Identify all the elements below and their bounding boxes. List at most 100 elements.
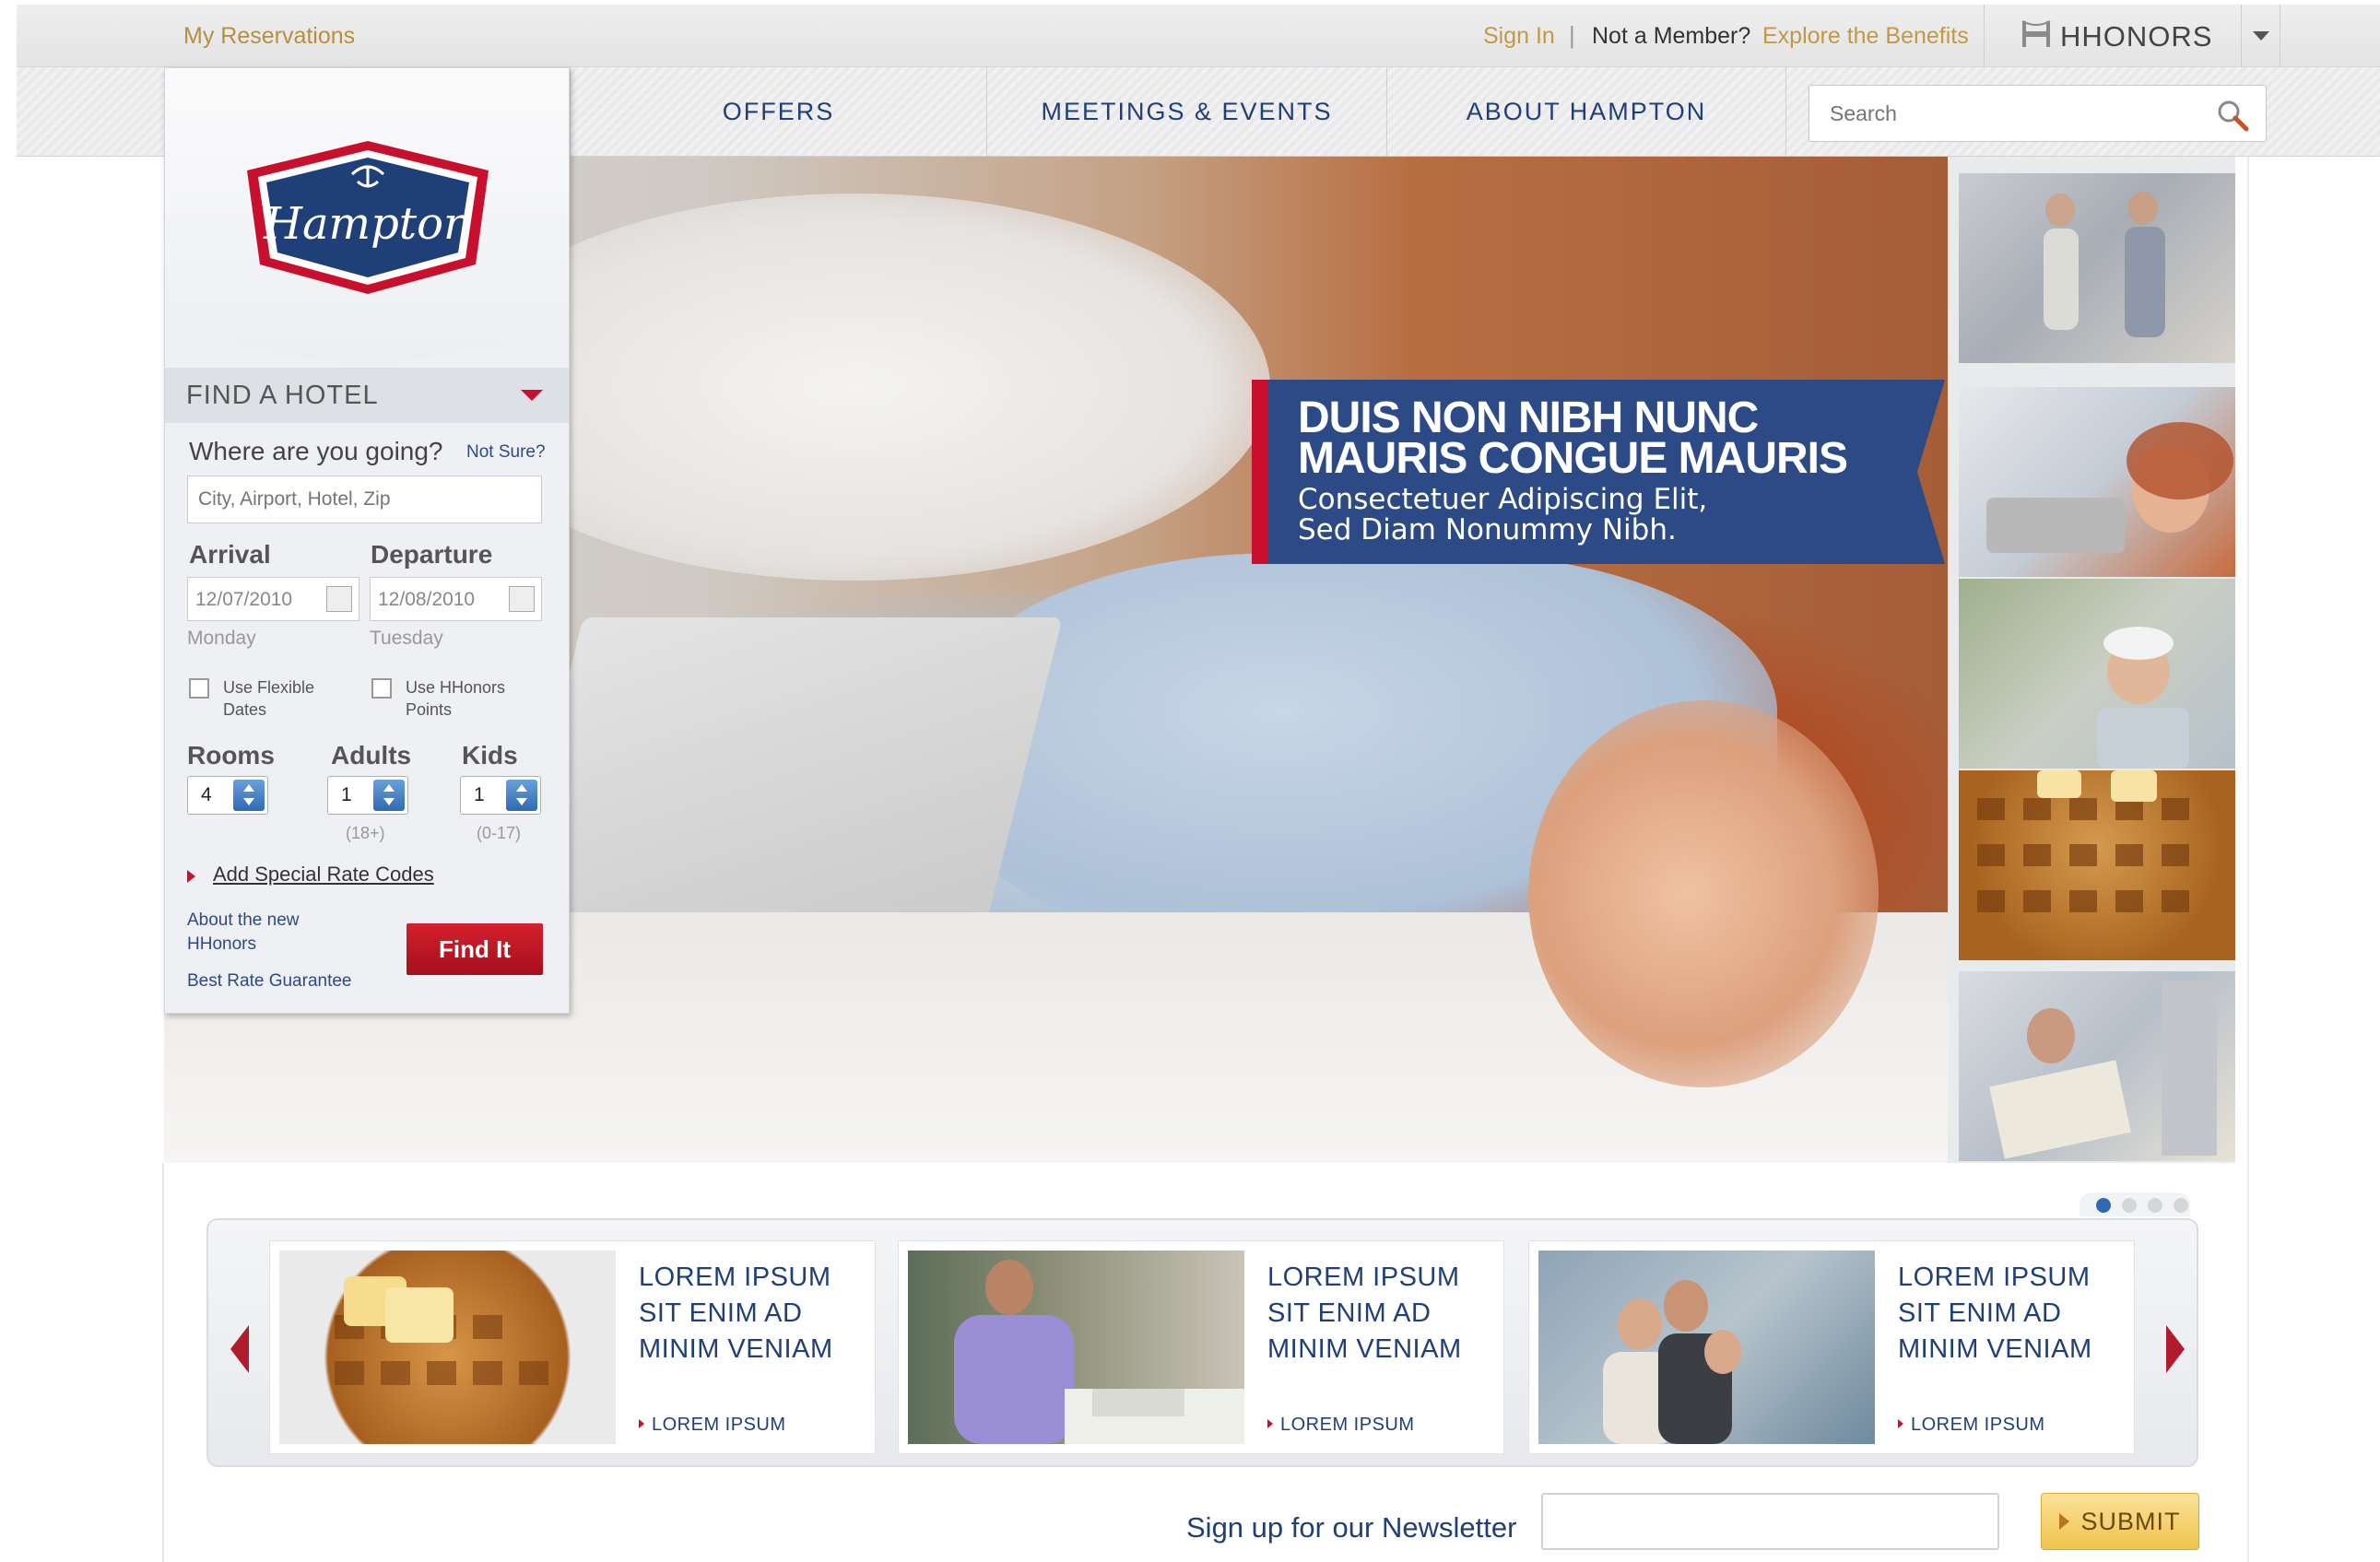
find-hotel-title: FIND A HOTEL bbox=[186, 381, 379, 410]
rooms-value: 4 bbox=[201, 784, 212, 805]
nav-meetings-events[interactable]: MEETINGS & EVENTS bbox=[986, 67, 1386, 157]
hhonors-points-line1: Use HHonors bbox=[406, 678, 506, 697]
adults-value: 1 bbox=[341, 784, 352, 805]
kids-label: Kids bbox=[462, 741, 518, 769]
hhonors-dropdown-button[interactable] bbox=[2242, 5, 2280, 67]
carousel-prev-icon[interactable] bbox=[230, 1325, 249, 1373]
hero-banner[interactable]: DUIS NON NIBH NUNC MAURIS CONGUE MAURIS … bbox=[1252, 380, 1945, 564]
arrival-date-field[interactable]: 12/07/2010 bbox=[187, 577, 359, 621]
waffle-thumb-image bbox=[1977, 770, 2189, 912]
adults-label: Adults bbox=[331, 741, 412, 769]
destination-field bbox=[187, 476, 542, 523]
businessman-breakfast-image bbox=[908, 1251, 1244, 1444]
rooms-label: Rooms bbox=[187, 741, 275, 769]
not-sure-link[interactable]: Not Sure? bbox=[466, 440, 546, 464]
arrival-date-value: 12/07/2010 bbox=[195, 589, 293, 610]
arrival-day: Monday bbox=[187, 628, 256, 649]
departure-date-value: 12/08/2010 bbox=[378, 589, 476, 610]
promo-card-link[interactable]: LOREM IPSUM bbox=[1267, 1415, 1415, 1436]
calendar-icon[interactable] bbox=[509, 586, 535, 612]
thumbnail-3[interactable] bbox=[1959, 579, 2235, 769]
hero-thumbnail-strip bbox=[1948, 157, 2235, 1163]
pager-dot[interactable] bbox=[2148, 1198, 2162, 1213]
where-label: Where are you going? bbox=[189, 437, 443, 465]
chevron-down-icon bbox=[2253, 31, 2269, 41]
caret-right-icon bbox=[187, 870, 195, 883]
promo-card-title: LOREM IPSUM SIT ENIM AD MINIM VENIAM bbox=[1898, 1263, 2092, 1364]
hhonors-points-label: Use HHonors Points bbox=[406, 676, 505, 721]
divider bbox=[2247, 157, 2249, 1562]
promo-card[interactable]: LOREM IPSUM SIT ENIM AD MINIM VENIAM LOR… bbox=[269, 1240, 876, 1454]
separator: | bbox=[1569, 21, 1575, 49]
adults-stepper[interactable]: 1 bbox=[327, 776, 408, 815]
promo-card-title: LOREM IPSUM SIT ENIM AD MINIM VENIAM bbox=[1267, 1263, 1462, 1364]
departure-day: Tuesday bbox=[370, 628, 443, 649]
explore-benefits-link[interactable]: Explore the Benefits bbox=[1762, 23, 1969, 50]
pager-dot[interactable] bbox=[2174, 1198, 2188, 1213]
pager-dot-active[interactable] bbox=[2096, 1198, 2111, 1213]
promo-carousel: LOREM IPSUM SIT ENIM AD MINIM VENIAM LOR… bbox=[206, 1218, 2198, 1467]
stepper-arrows-icon[interactable] bbox=[373, 780, 405, 811]
hhonors-mark-icon bbox=[2021, 20, 2051, 47]
flexible-dates-line1: Use Flexible bbox=[223, 678, 315, 697]
about-hhonors-link[interactable]: About the new HHonors bbox=[187, 909, 299, 957]
volunteers-image bbox=[2097, 627, 2189, 769]
departure-label: Departure bbox=[371, 540, 493, 569]
carousel-pager bbox=[2080, 1192, 2190, 1216]
hhonors-logo[interactable]: HHONORS bbox=[1984, 5, 2242, 67]
calendar-icon[interactable] bbox=[326, 586, 352, 612]
banner-subtext-line2: Sed Diam Nonummy Nibh. bbox=[1298, 513, 1677, 546]
woman-laptop-thumb-image bbox=[1986, 422, 2233, 553]
rooms-stepper[interactable]: 4 bbox=[187, 776, 268, 815]
promo-card-link[interactable]: LOREM IPSUM bbox=[639, 1415, 786, 1436]
search-input[interactable] bbox=[1809, 86, 2197, 141]
arrival-label: Arrival bbox=[189, 540, 271, 569]
travelers-map-image bbox=[1989, 981, 2217, 1159]
sign-in-link[interactable]: Sign In bbox=[1483, 23, 1555, 50]
chevron-down-icon bbox=[521, 390, 543, 401]
destination-input[interactable] bbox=[188, 476, 541, 523]
banner-accent-bar bbox=[1252, 380, 1268, 564]
about-hhonors-line2: HHonors bbox=[187, 934, 256, 954]
flexible-dates-checkbox[interactable] bbox=[189, 678, 209, 699]
hero-face-shape bbox=[1528, 700, 1879, 1087]
promo-card[interactable]: LOREM IPSUM SIT ENIM AD MINIM VENIAM LOR… bbox=[898, 1240, 1504, 1454]
stepper-arrows-icon[interactable] bbox=[233, 780, 265, 811]
best-rate-link[interactable]: Best Rate Guarantee bbox=[187, 969, 352, 993]
my-reservations-link[interactable]: My Reservations bbox=[183, 23, 355, 50]
kids-hint: (0-17) bbox=[477, 824, 522, 842]
logo-area: Hampton bbox=[165, 68, 569, 368]
newsletter-label: Sign up for our Newsletter bbox=[1186, 1511, 1517, 1544]
kids-stepper[interactable]: 1 bbox=[460, 776, 541, 815]
newsletter-submit-button[interactable]: SUBMIT bbox=[2041, 1493, 2199, 1550]
nav-about-hampton[interactable]: ABOUT HAMPTON bbox=[1386, 67, 1786, 157]
logo-text: Hampton bbox=[263, 198, 472, 250]
promo-card-link[interactable]: LOREM IPSUM bbox=[1898, 1415, 2045, 1436]
nav-offers[interactable]: OFFERS bbox=[570, 67, 986, 157]
pager-dot[interactable] bbox=[2122, 1198, 2137, 1213]
adults-hint: (18+) bbox=[346, 824, 385, 842]
newsletter-email-input[interactable] bbox=[1541, 1493, 1999, 1550]
find-it-button[interactable]: Find It bbox=[406, 923, 543, 975]
divider bbox=[162, 1163, 164, 1562]
couple-walking-image bbox=[2044, 192, 2165, 337]
departure-date-field[interactable]: 12/08/2010 bbox=[370, 577, 542, 621]
find-hotel-header[interactable]: FIND A HOTEL bbox=[165, 368, 569, 423]
flexible-dates-line2: Dates bbox=[223, 700, 267, 719]
banner-headline-line2: MAURIS CONGUE MAURIS bbox=[1298, 434, 1848, 483]
carousel-next-icon[interactable] bbox=[2166, 1325, 2185, 1373]
promo-card[interactable]: LOREM IPSUM SIT ENIM AD MINIM VENIAM LOR… bbox=[1528, 1240, 2135, 1454]
hhonors-text: HHONORS bbox=[2060, 20, 2213, 53]
thumbnail-5[interactable] bbox=[1959, 971, 2235, 1161]
special-rate-link[interactable]: Add Special Rate Codes bbox=[213, 863, 434, 887]
about-hhonors-line1: About the new bbox=[187, 910, 300, 930]
waffle-image bbox=[279, 1251, 616, 1444]
thumbnail-4[interactable] bbox=[1959, 770, 2235, 960]
play-arrow-icon bbox=[2059, 1512, 2070, 1530]
hhonors-points-checkbox[interactable] bbox=[371, 678, 392, 699]
hampton-logo[interactable]: Hampton bbox=[243, 139, 492, 296]
thumbnail-2[interactable] bbox=[1959, 387, 2235, 577]
search-icon[interactable] bbox=[2216, 99, 2249, 132]
stepper-arrows-icon[interactable] bbox=[506, 780, 537, 811]
thumbnail-1[interactable] bbox=[1959, 173, 2235, 363]
